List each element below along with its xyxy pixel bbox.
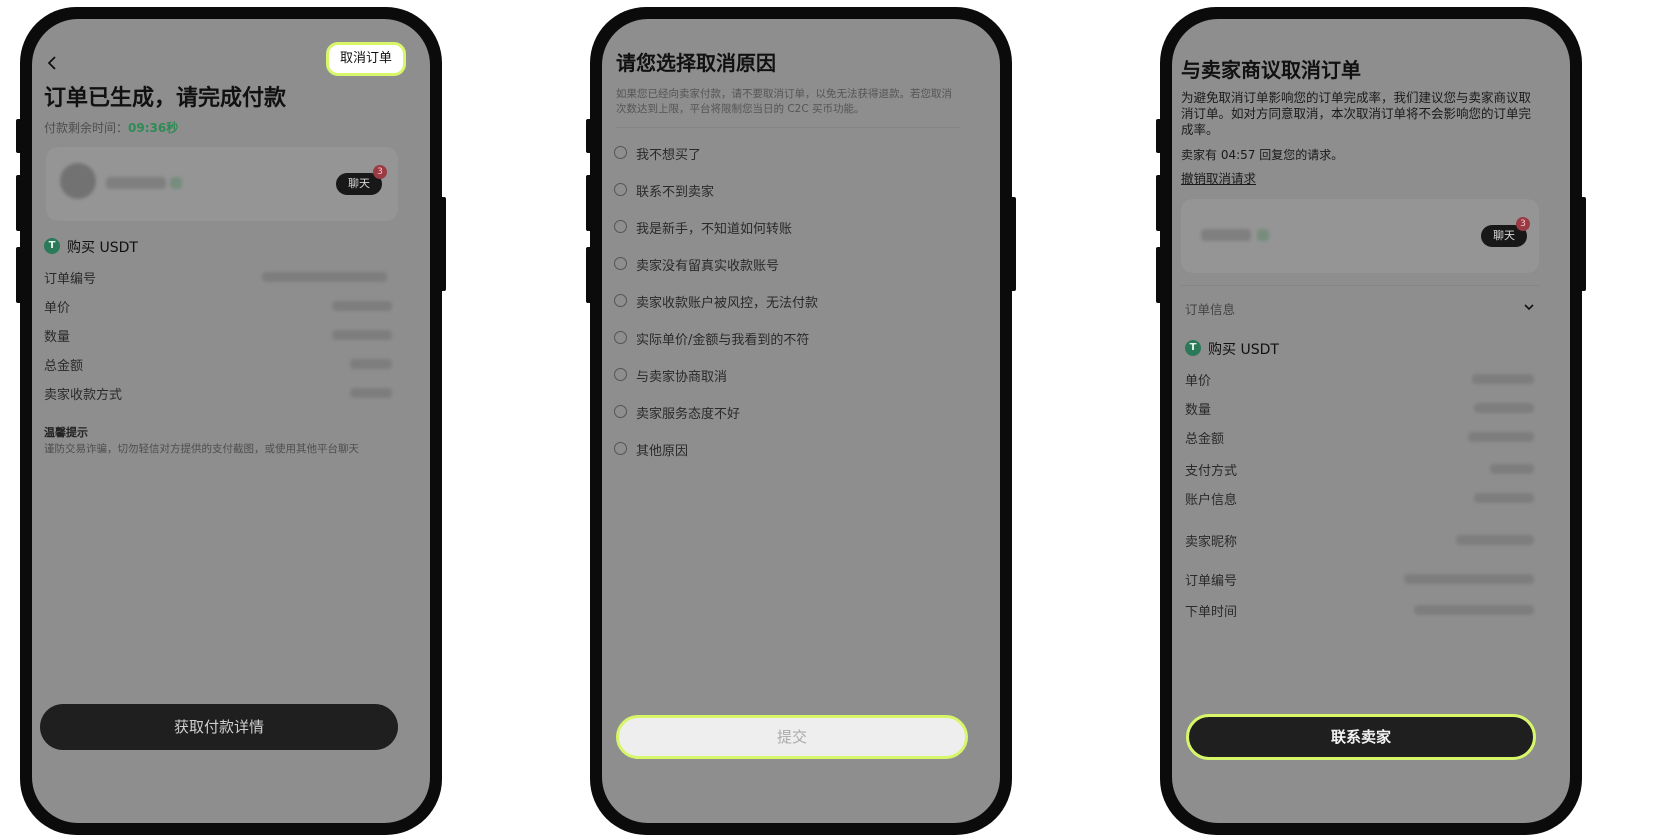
reason-label: 实际单价/金额与我看到的不符 bbox=[636, 333, 810, 348]
reason-label: 卖家没有留真实收款账号 bbox=[636, 259, 780, 274]
seller-card: 聊天 3 bbox=[1181, 199, 1539, 273]
row-label-order-id: 订单编号 bbox=[1185, 574, 1238, 589]
payment-method-value bbox=[1490, 464, 1534, 474]
row-label-payment-method: 卖家收款方式 bbox=[44, 388, 123, 403]
total-value bbox=[1468, 432, 1534, 442]
order-id-value bbox=[1404, 574, 1534, 584]
quantity-value bbox=[1474, 403, 1534, 413]
chevron-left-icon[interactable] bbox=[46, 55, 58, 71]
avatar bbox=[60, 163, 96, 199]
phone-frame-negotiate-cancel: 与卖家商议取消订单 为避免取消订单影响您的订单完成率，我们建议您与卖家商议取 消… bbox=[1156, 7, 1586, 835]
cancel-order-label: 取消订单 bbox=[339, 51, 392, 66]
radio-button[interactable] bbox=[614, 146, 627, 159]
order-info-label: 订单信息 bbox=[1185, 302, 1236, 317]
payment-screen: 取消订单 订单已生成，请完成付款 付款剩余时间：09:36秒 聊天 3 T 购买… bbox=[32, 19, 430, 823]
get-payment-details-label: 获取付款详情 bbox=[173, 718, 264, 736]
row-label-quantity: 数量 bbox=[1185, 403, 1212, 418]
order-id-value bbox=[262, 272, 387, 282]
asset-title: 购买 USDT bbox=[67, 240, 138, 256]
row-label-total: 总金额 bbox=[44, 359, 84, 374]
price-value bbox=[1472, 374, 1534, 384]
tether-icon: T bbox=[44, 238, 60, 254]
tips-text: 谨防交易诈骗，切勿轻信对方提供的支付截图，或使用其他平台聊天 bbox=[44, 443, 359, 455]
radio-button[interactable] bbox=[614, 294, 627, 307]
reason-label: 联系不到卖家 bbox=[636, 185, 715, 200]
reason-label: 卖家收款账户被风控，无法付款 bbox=[636, 296, 819, 311]
row-label-order-time: 下单时间 bbox=[1185, 605, 1238, 620]
page-title: 请您选择取消原因 bbox=[616, 51, 776, 75]
divider bbox=[616, 127, 960, 128]
description-line-3: 成率。 bbox=[1181, 122, 1219, 137]
row-label-quantity: 数量 bbox=[44, 330, 71, 345]
reason-label: 我不想买了 bbox=[636, 148, 702, 163]
page-title: 与卖家商议取消订单 bbox=[1181, 58, 1361, 82]
order-info-header[interactable]: 订单信息 bbox=[1181, 299, 1539, 319]
order-time-value bbox=[1414, 605, 1534, 615]
tips-title: 温馨提示 bbox=[44, 426, 88, 439]
price-value bbox=[332, 301, 392, 311]
radio-button[interactable] bbox=[614, 368, 627, 381]
chat-badge: 3 bbox=[1516, 217, 1530, 231]
reason-label: 与卖家协商取消 bbox=[636, 370, 728, 385]
section-divider bbox=[1181, 285, 1539, 286]
account-info-value bbox=[1474, 493, 1534, 503]
total-value bbox=[350, 359, 392, 369]
row-label-total: 总金额 bbox=[1185, 432, 1225, 447]
countdown-label: 付款剩余时间： bbox=[44, 121, 129, 135]
countdown-value: 09:36秒 bbox=[128, 121, 179, 135]
page-title: 订单已生成，请完成付款 bbox=[44, 86, 287, 111]
contact-seller-label: 联系卖家 bbox=[1330, 728, 1391, 746]
countdown: 付款剩余时间：09:36秒 bbox=[44, 119, 178, 136]
seller-name bbox=[1201, 229, 1251, 241]
row-label-price: 单价 bbox=[44, 301, 71, 316]
phone-frame-cancel-reason: 请您选择取消原因 如果您已经向卖家付款，请不要取消订单，以免无法获得退款。若您取… bbox=[586, 7, 1016, 835]
cancel-reason-screen: 请您选择取消原因 如果您已经向卖家付款，请不要取消订单，以免无法获得退款。若您取… bbox=[602, 19, 1000, 823]
radio-button[interactable] bbox=[614, 331, 627, 344]
quantity-value bbox=[332, 330, 392, 340]
radio-button[interactable] bbox=[614, 183, 627, 196]
row-label-seller-nickname: 卖家昵称 bbox=[1185, 535, 1238, 550]
chevron-down-icon[interactable] bbox=[1523, 302, 1535, 312]
tether-icon: T bbox=[1185, 340, 1201, 356]
asset-title: 购买 USDT bbox=[1208, 342, 1279, 358]
get-payment-details-button[interactable]: 获取付款详情 bbox=[40, 704, 398, 750]
phone-frame-payment: 取消订单 订单已生成，请完成付款 付款剩余时间：09:36秒 聊天 3 T 购买… bbox=[16, 7, 446, 835]
negotiate-cancel-screen: 与卖家商议取消订单 为避免取消订单影响您的订单完成率，我们建议您与卖家商议取 消… bbox=[1172, 19, 1570, 823]
radio-button[interactable] bbox=[614, 405, 627, 418]
description-line-2: 消订单。如对方同意取消，本次取消订单将不会影响您的订单完 bbox=[1181, 106, 1532, 121]
row-label-account-info: 账户信息 bbox=[1185, 493, 1238, 508]
verified-mark bbox=[1257, 229, 1269, 241]
reason-label: 其他原因 bbox=[636, 444, 689, 459]
chat-label: 聊天 bbox=[348, 177, 370, 190]
reason-label: 我是新手，不知道如何转账 bbox=[636, 222, 793, 237]
row-label-price: 单价 bbox=[1185, 374, 1212, 389]
seller-card: 聊天 3 bbox=[46, 147, 398, 221]
radio-button[interactable] bbox=[614, 257, 627, 270]
radio-button[interactable] bbox=[614, 220, 627, 233]
notice-line-2: 次数达到上限，平台将限制您当日的 C2C 买币功能。 bbox=[616, 103, 865, 115]
payment-method-value bbox=[350, 388, 392, 398]
verified-mark bbox=[170, 177, 182, 189]
contact-seller-button[interactable]: 联系卖家 bbox=[1186, 714, 1536, 760]
radio-button[interactable] bbox=[614, 442, 627, 455]
submit-label: 提交 bbox=[776, 728, 807, 746]
row-label-payment-method: 支付方式 bbox=[1185, 464, 1238, 479]
notice-line-1: 如果您已经向卖家付款，请不要取消订单，以免无法获得退款。若您取消 bbox=[616, 88, 952, 100]
seller-nickname-value bbox=[1456, 535, 1534, 545]
submit-button[interactable]: 提交 bbox=[616, 715, 968, 759]
reason-label: 卖家服务态度不好 bbox=[636, 407, 741, 422]
chat-label: 聊天 bbox=[1493, 229, 1515, 242]
revoke-cancel-link[interactable]: 撤销取消请求 bbox=[1181, 168, 1256, 187]
row-label-order-id: 订单编号 bbox=[44, 272, 97, 287]
seller-name bbox=[106, 177, 166, 189]
reply-notice: 卖家有 04:57 回复您的请求。 bbox=[1181, 148, 1344, 162]
cancel-order-button[interactable]: 取消订单 bbox=[326, 42, 406, 76]
chat-badge: 3 bbox=[373, 165, 387, 179]
